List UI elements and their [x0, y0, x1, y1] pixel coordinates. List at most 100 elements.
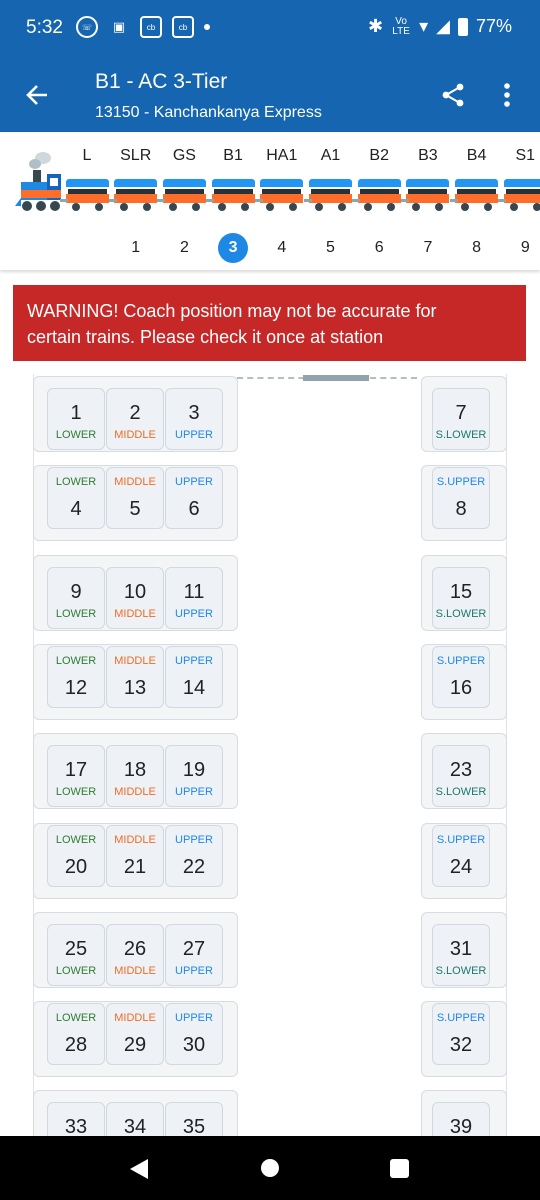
coach-number[interactable]: 8 — [462, 233, 492, 263]
berth[interactable]: 2 MIDDLE — [106, 388, 164, 450]
arrow-left-icon[interactable] — [22, 80, 52, 110]
berth[interactable]: 13 MIDDLE — [106, 645, 164, 708]
nav-home-icon[interactable] — [261, 1159, 279, 1177]
berth[interactable]: 7 S.LOWER — [432, 388, 490, 450]
berth[interactable]: 26 MIDDLE — [106, 923, 164, 986]
berth[interactable]: 15 S.LOWER — [432, 566, 490, 629]
coach-wagon-icon[interactable] — [503, 179, 540, 211]
coach-name[interactable]: HA1 — [262, 147, 302, 165]
app-cb-icon: cb — [140, 16, 162, 38]
berth[interactable]: 29 MIDDLE — [106, 1003, 164, 1066]
coach-name[interactable]: S1 — [505, 147, 540, 165]
coach-wagon-icon[interactable] — [162, 179, 206, 211]
berth[interactable]: 24 S.UPPER — [432, 824, 490, 887]
berth-number: 6 — [188, 498, 200, 521]
coach-number[interactable]: 4 — [267, 233, 297, 263]
berth[interactable]: 23 S.LOWER — [432, 745, 490, 808]
berth-type: MIDDLE — [114, 654, 156, 667]
berth-number: 19 — [182, 759, 206, 782]
berth[interactable]: 27 UPPER — [165, 923, 223, 986]
berth[interactable]: 16 S.UPPER — [432, 645, 490, 708]
coach-wagon-icon[interactable] — [260, 179, 304, 211]
berth[interactable]: 39 — [432, 1102, 490, 1136]
berth[interactable]: 11 UPPER — [165, 566, 223, 629]
berth-number: 16 — [449, 676, 473, 699]
berth[interactable]: 35 — [165, 1102, 223, 1136]
berth[interactable]: 5 MIDDLE — [106, 467, 164, 530]
berth[interactable]: 4 LOWER — [47, 467, 105, 530]
berth-type: MIDDLE — [114, 1012, 156, 1025]
coach-wagon-icon[interactable] — [406, 179, 450, 211]
bluetooth-icon: ✱ — [367, 16, 384, 36]
berth[interactable]: 18 MIDDLE — [106, 745, 164, 808]
coach-number[interactable]: 2 — [169, 233, 199, 263]
berth[interactable]: 30 UPPER — [165, 1003, 223, 1066]
coach-number[interactable]: 1 — [121, 233, 151, 263]
coach-wagon-icon[interactable] — [211, 179, 255, 211]
coach-wagon-icon[interactable] — [114, 179, 158, 211]
berth-number: 30 — [182, 1034, 206, 1057]
berth[interactable]: 10 MIDDLE — [106, 566, 164, 629]
berth[interactable]: 9 LOWER — [47, 566, 105, 629]
berth-type: S.LOWER — [435, 607, 487, 620]
coach-name[interactable]: GS — [164, 147, 204, 165]
coach-name[interactable]: A1 — [311, 147, 351, 165]
coach-wagon-icon[interactable] — [357, 179, 401, 211]
coach-name[interactable]: B3 — [408, 147, 448, 165]
berth[interactable]: 19 UPPER — [165, 745, 223, 808]
coach-name[interactable]: B1 — [213, 147, 253, 165]
berth-number: 8 — [455, 498, 467, 521]
more-vert-icon[interactable] — [502, 82, 512, 108]
coach-wagon-icon[interactable] — [65, 179, 109, 211]
berth[interactable]: 1 LOWER — [47, 388, 105, 450]
berth-type: S.UPPER — [436, 654, 486, 667]
berth[interactable]: 31 S.LOWER — [432, 923, 490, 986]
berth-type: S.UPPER — [436, 476, 486, 489]
coach-name[interactable]: B4 — [457, 147, 497, 165]
coach-name[interactable]: SLR — [116, 147, 156, 165]
berth-number: 33 — [64, 1116, 88, 1136]
berth-number: 1 — [70, 402, 82, 424]
nav-recents-icon[interactable] — [390, 1159, 409, 1178]
berth[interactable]: 21 MIDDLE — [106, 824, 164, 887]
berth-number: 18 — [123, 759, 147, 782]
berth[interactable]: 33 — [47, 1102, 105, 1136]
berth[interactable]: 32 S.UPPER — [432, 1003, 490, 1066]
coach-name[interactable]: L — [67, 147, 107, 165]
berth-number: 26 — [123, 937, 147, 960]
berth-type: UPPER — [175, 607, 213, 620]
berth[interactable]: 12 LOWER — [47, 645, 105, 708]
coach-number-selected[interactable]: 3 — [218, 233, 249, 263]
share-icon[interactable] — [440, 82, 466, 108]
berth-number: 24 — [449, 855, 473, 878]
berth[interactable]: 14 UPPER — [165, 645, 223, 708]
berth[interactable]: 20 LOWER — [47, 824, 105, 887]
berth[interactable]: 22 UPPER — [165, 824, 223, 887]
berth[interactable]: 28 LOWER — [47, 1003, 105, 1066]
berth[interactable]: 6 UPPER — [165, 467, 223, 530]
berth-number: 31 — [449, 937, 473, 960]
berth-type: LOWER — [55, 833, 97, 846]
coach-name[interactable]: B2 — [359, 147, 399, 165]
berth[interactable]: 25 LOWER — [47, 923, 105, 986]
berth[interactable]: 8 S.UPPER — [432, 467, 490, 530]
berth-number: 29 — [123, 1034, 147, 1057]
coupler — [303, 199, 312, 202]
berth[interactable]: 17 LOWER — [47, 745, 105, 808]
coach-number[interactable]: 6 — [364, 233, 394, 263]
berth-number: 2 — [129, 402, 141, 424]
nav-back-icon[interactable] — [128, 1158, 150, 1180]
coach-number[interactable]: 9 — [510, 233, 540, 263]
coupler — [206, 199, 215, 202]
coach-wagon-icon[interactable] — [455, 179, 499, 211]
coach-number[interactable]: 7 — [413, 233, 443, 263]
coach-wagon-icon[interactable] — [309, 179, 352, 211]
coach-number[interactable]: 5 — [316, 233, 346, 263]
berth[interactable]: 3 UPPER — [165, 388, 223, 450]
volte-icon: Vo LTE — [392, 15, 410, 37]
berth-type: S.LOWER — [435, 429, 487, 441]
notification-icons: ☏ ▣ cb cb — [76, 16, 210, 38]
berth-number: 17 — [64, 759, 88, 782]
berth[interactable]: 34 — [106, 1102, 164, 1136]
berth-number: 12 — [64, 676, 88, 699]
